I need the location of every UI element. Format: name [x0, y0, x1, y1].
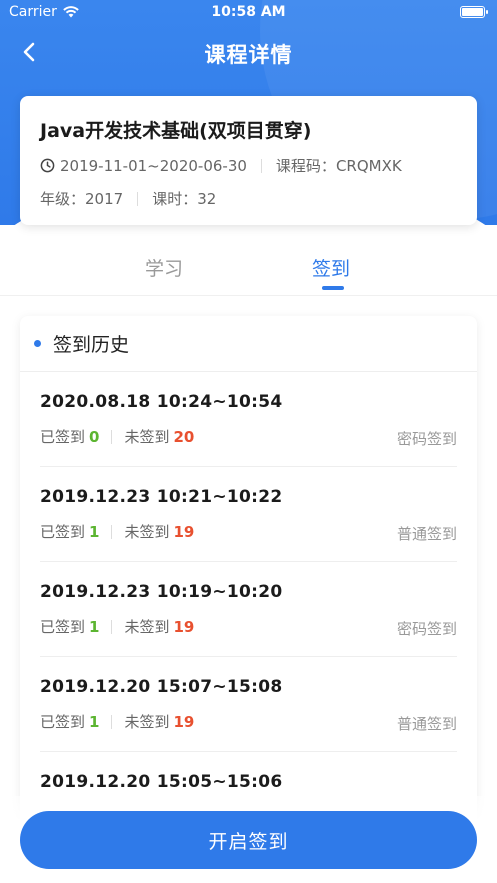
signin-history-card: 签到历史 2020.08.18 10:24~10:54 已签到 0 未签到 20…	[20, 316, 477, 836]
history-list[interactable]: 2020.08.18 10:24~10:54 已签到 0 未签到 20 密码签到…	[20, 372, 477, 836]
tab-signin[interactable]: 签到	[312, 254, 350, 281]
course-meta-row: 年级： 2017 课时： 32	[40, 188, 457, 209]
nav-bar: 课程详情	[0, 28, 497, 78]
status-time: 10:58 AM	[211, 4, 286, 20]
signed-count: 1	[89, 712, 100, 731]
unsigned-count: 19	[173, 617, 195, 636]
course-code-label: 课程码：	[275, 157, 336, 175]
divider	[111, 619, 113, 634]
hours-label: 课时：	[152, 190, 198, 208]
course-code: CRQMXK	[335, 156, 402, 175]
signed-count: 1	[89, 617, 100, 636]
unsigned-label: 未签到	[124, 428, 170, 446]
record-time: 2019.12.23 10:19~10:20	[40, 582, 283, 602]
grade-value: 2017	[85, 189, 124, 208]
unsigned-count: 20	[173, 427, 195, 446]
signin-method: 密码签到	[396, 430, 457, 448]
course-date-range: 2019-11-01~2020-06-30	[60, 156, 247, 175]
unsigned-count: 19	[173, 522, 195, 541]
record-stats: 已签到 1 未签到 19	[40, 711, 457, 732]
list-item[interactable]: 2020.08.18 10:24~10:54 已签到 0 未签到 20 密码签到	[40, 372, 457, 467]
bullet-dot	[34, 340, 41, 347]
unsigned-label: 未签到	[124, 713, 170, 731]
list-item[interactable]: 2019.12.23 10:19~10:20 已签到 1 未签到 19 密码签到	[40, 562, 457, 657]
divider	[260, 158, 262, 173]
course-info-card: Java开发技术基础(双项目贯穿) 2019-11-01~2020-06-30 …	[20, 96, 477, 225]
signed-label: 已签到	[40, 713, 86, 731]
start-signin-button[interactable]: 开启签到	[20, 811, 477, 869]
battery-icon	[460, 6, 488, 18]
hours-value: 32	[197, 189, 217, 208]
divider	[111, 429, 113, 444]
signed-label: 已签到	[40, 523, 86, 541]
tab-bar: 学习 签到	[0, 248, 497, 296]
signin-method: 普通签到	[396, 715, 457, 733]
record-stats: 已签到 1 未签到 19	[40, 521, 457, 542]
list-item[interactable]: 2019.12.23 10:21~10:22 已签到 1 未签到 19 普通签到	[40, 467, 457, 562]
history-header: 签到历史	[20, 316, 477, 372]
record-time: 2019.12.20 15:07~15:08	[40, 677, 283, 697]
tab-study[interactable]: 学习	[145, 254, 183, 281]
unsigned-label: 未签到	[124, 618, 170, 636]
record-time: 2019.12.20 15:05~15:06	[40, 772, 283, 792]
history-title: 签到历史	[53, 334, 130, 356]
page-title: 课程详情	[204, 43, 293, 67]
grade-label: 年级：	[40, 190, 86, 208]
divider	[137, 191, 139, 206]
divider	[111, 524, 113, 539]
signed-label: 已签到	[40, 618, 86, 636]
record-time: 2020.08.18 10:24~10:54	[40, 392, 283, 412]
list-item[interactable]: 2019.12.20 15:07~15:08 已签到 1 未签到 19 普通签到	[40, 657, 457, 752]
unsigned-count: 19	[173, 712, 195, 731]
divider	[111, 714, 113, 729]
signin-method: 密码签到	[396, 620, 457, 638]
status-bar: Carrier 10:58 AM	[0, 0, 497, 26]
active-tab-indicator	[322, 286, 344, 290]
signin-method: 普通签到	[396, 525, 457, 543]
record-stats: 已签到 1 未签到 19	[40, 616, 457, 637]
signed-count: 0	[89, 427, 100, 446]
record-time: 2019.12.23 10:21~10:22	[40, 487, 283, 507]
signed-label: 已签到	[40, 428, 86, 446]
signed-count: 1	[89, 522, 100, 541]
course-name: Java开发技术基础(双项目贯穿)	[40, 120, 312, 142]
clock-icon	[40, 158, 55, 173]
record-stats: 已签到 0 未签到 20	[40, 426, 457, 447]
course-date-row: 2019-11-01~2020-06-30 课程码： CRQMXK	[40, 155, 457, 176]
unsigned-label: 未签到	[124, 523, 170, 541]
